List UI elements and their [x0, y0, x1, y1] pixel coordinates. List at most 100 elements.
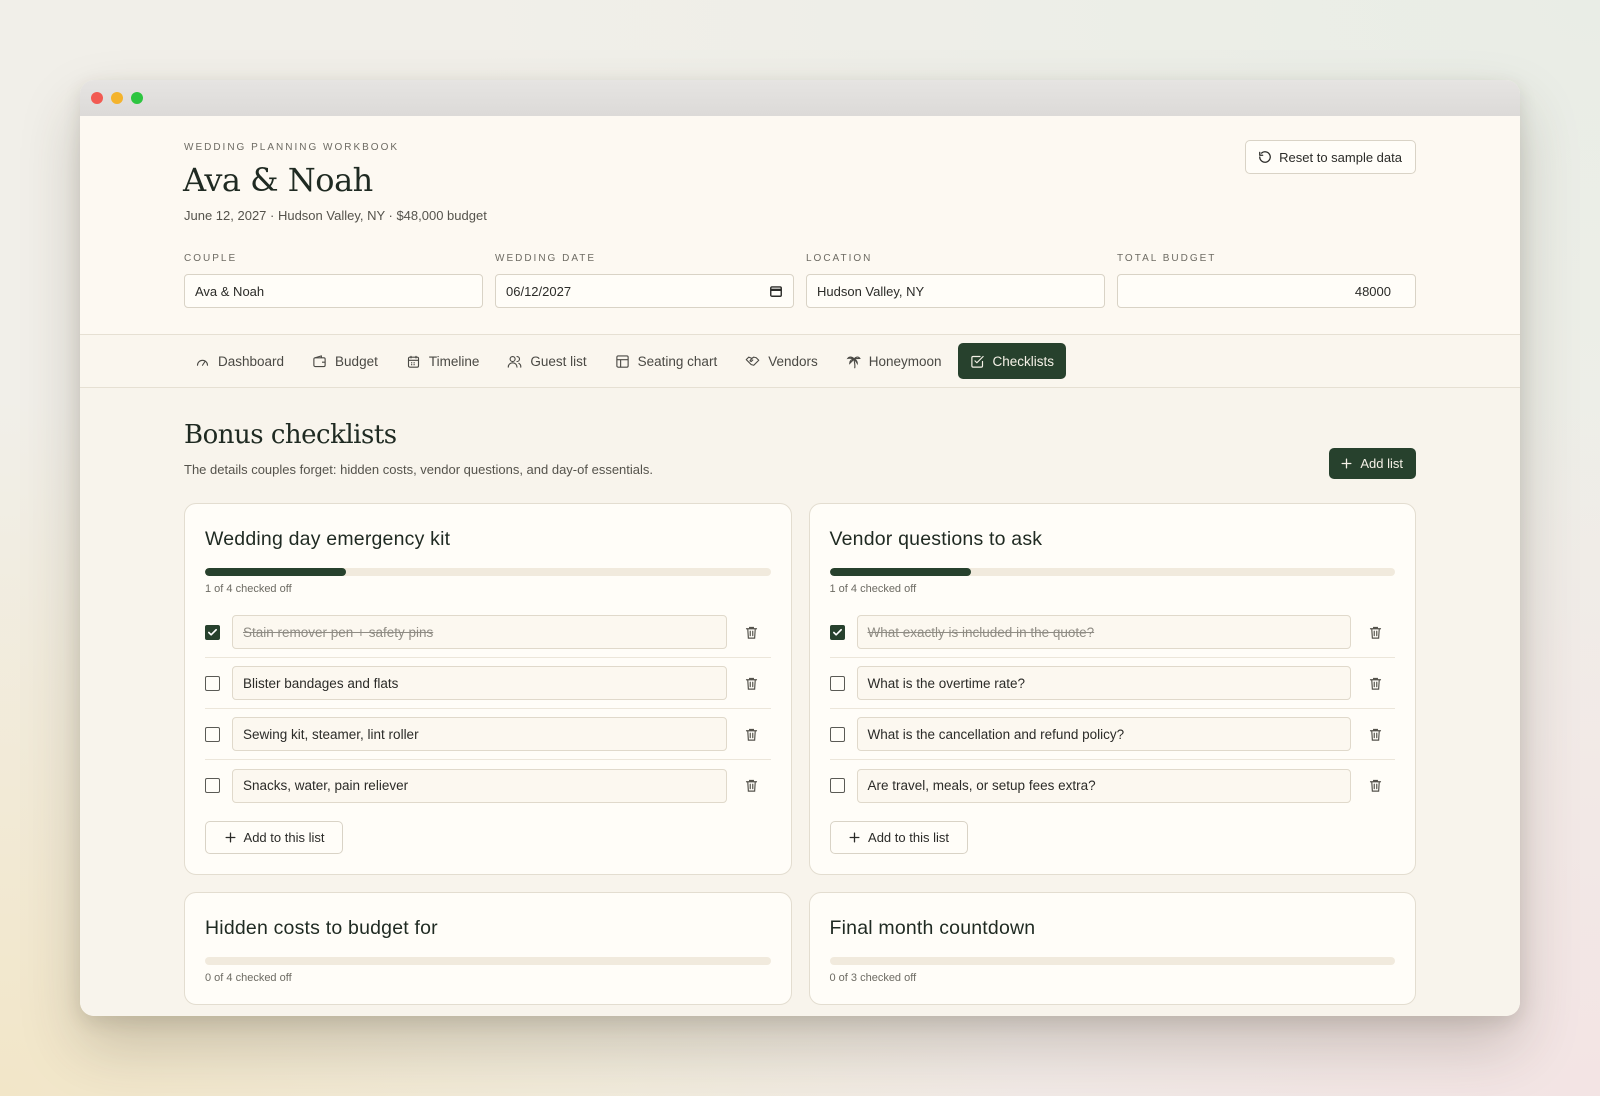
location-field: LOCATION Hudson Valley, NY	[806, 253, 1105, 308]
item-checkbox[interactable]	[829, 624, 845, 640]
item-text-input[interactable]: Are travel, meals, or setup fees extra?	[856, 768, 1351, 803]
checklist-item: Stain remover pen + safety pins	[205, 607, 771, 658]
checklist-progress-bar	[829, 568, 1395, 576]
section-subtitle: The details couples forget: hidden costs…	[184, 462, 654, 477]
item-checkbox[interactable]	[829, 726, 845, 742]
tab-checklists[interactable]: Checklists	[957, 343, 1067, 379]
wedding-date-field: WEDDING DATE 06/12/2027	[495, 253, 794, 308]
progress-fill	[205, 568, 347, 576]
page-subtitle: June 12, 2027 · Hudson Valley, NY · $48,…	[184, 208, 487, 223]
wedding-date-input[interactable]: 06/12/2027	[495, 274, 794, 308]
wedding-date-input-value: 06/12/2027	[506, 283, 572, 299]
reset-sample-data-button[interactable]: Reset to sample data	[1245, 140, 1416, 174]
tab-vendors[interactable]: Vendors	[733, 343, 830, 379]
delete-item-button[interactable]	[727, 727, 771, 742]
tab-seating-chart[interactable]: Seating chart	[603, 343, 730, 379]
plus-icon	[849, 832, 860, 843]
tab-label: Dashboard	[218, 353, 285, 369]
trash-icon	[745, 626, 757, 639]
delete-item-button[interactable]	[1351, 625, 1395, 640]
add-list-label: Add list	[1360, 456, 1403, 471]
location-input[interactable]: Hudson Valley, NY	[806, 274, 1105, 308]
item-text-input[interactable]: Sewing kit, steamer, lint roller	[232, 717, 727, 751]
item-checkbox[interactable]	[205, 675, 220, 691]
trash-icon	[745, 677, 757, 690]
delete-item-button[interactable]	[1351, 727, 1395, 742]
couple-field: COUPLE Ava & Noah	[184, 253, 483, 308]
users-icon	[508, 355, 522, 368]
checklist-title: Hidden costs to budget for	[205, 917, 438, 939]
item-checkbox[interactable]	[829, 675, 845, 691]
tab-timeline[interactable]: Timeline	[394, 343, 492, 379]
item-checkbox[interactable]	[205, 624, 220, 640]
item-checkbox[interactable]	[829, 778, 845, 793]
eyebrow-label: WEDDING PLANNING WORKBOOK	[184, 142, 400, 153]
checklist-item: What is the cancellation and refund poli…	[829, 709, 1395, 760]
tab-dashboard[interactable]: Dashboard	[183, 343, 296, 379]
tab-label: Guest list	[530, 353, 587, 369]
delete-item-button[interactable]	[727, 778, 771, 793]
item-text-input[interactable]: What is the cancellation and refund poli…	[856, 717, 1351, 751]
add-to-list-button[interactable]: Add to this list	[205, 821, 343, 854]
delete-item-button[interactable]	[1351, 778, 1395, 793]
checklist-item: Are travel, meals, or setup fees extra?	[829, 760, 1396, 811]
checklist-item: Snacks, water, pain reliever	[205, 760, 771, 811]
maximize-window-button[interactable]	[131, 92, 143, 104]
tab-label: Timeline	[428, 353, 480, 369]
total-budget-input-value: 48000	[1354, 283, 1391, 299]
trash-icon	[745, 779, 757, 792]
section-title: Bonus checklists	[184, 420, 397, 450]
checklist-card-emergency-kit: Wedding day emergency kit 1 of 4 checked…	[184, 503, 792, 875]
wallet-icon	[313, 354, 326, 367]
calendar-picker-icon[interactable]	[769, 284, 783, 298]
checklist-card-vendor-questions: Vendor questions to ask 1 of 4 checked o…	[808, 503, 1416, 875]
checklist-progress-text: 0 of 3 checked off	[829, 972, 917, 984]
checklist-progress-text: 1 of 4 checked off	[205, 583, 292, 595]
item-checkbox[interactable]	[205, 726, 220, 742]
app-window: WEDDING PLANNING WORKBOOK Ava & Noah Jun…	[80, 80, 1520, 1016]
checklist-item: What is the overtime rate?	[829, 658, 1395, 709]
item-text-input[interactable]: Blister bandages and flats	[232, 666, 727, 700]
delete-item-button[interactable]	[1351, 676, 1395, 691]
item-text-input[interactable]: Stain remover pen + safety pins	[232, 615, 727, 649]
add-list-button[interactable]: Add list	[1329, 448, 1416, 479]
palm-tree-icon	[846, 355, 861, 368]
item-checkbox[interactable]	[205, 778, 220, 793]
table-icon	[615, 354, 629, 368]
add-to-list-label: Add to this list	[243, 830, 325, 845]
add-to-list-label: Add to this list	[868, 830, 949, 845]
total-budget-input[interactable]: 48000	[1117, 274, 1416, 308]
delete-item-button[interactable]	[727, 676, 771, 691]
checklist-title: Final month countdown	[829, 917, 1036, 939]
tab-label: Honeymoon	[868, 353, 942, 369]
total-budget-field-label: TOTAL BUDGET	[1117, 253, 1217, 264]
close-window-button[interactable]	[91, 92, 103, 104]
couple-field-label: COUPLE	[184, 253, 238, 264]
checklist-item: What exactly is included in the quote?	[829, 607, 1395, 658]
checklist-item: Sewing kit, steamer, lint roller	[205, 709, 771, 760]
delete-item-button[interactable]	[727, 625, 771, 640]
tab-budget[interactable]: Budget	[300, 343, 390, 379]
item-text-input[interactable]: What exactly is included in the quote?	[856, 615, 1351, 649]
tab-honeymoon[interactable]: Honeymoon	[834, 343, 954, 379]
checklist-progress-text: 1 of 4 checked off	[829, 583, 917, 595]
reset-button-label: Reset to sample data	[1279, 149, 1402, 165]
trash-icon	[1369, 779, 1382, 792]
couple-input[interactable]: Ava & Noah	[184, 274, 483, 308]
checklist-grid: Wedding day emergency kit 1 of 4 checked…	[184, 503, 1416, 1005]
item-text-input[interactable]: Snacks, water, pain reliever	[232, 768, 727, 803]
main-tab-bar: Dashboard Budget Timeline Guest list Sea…	[80, 335, 1520, 388]
wedding-date-field-label: WEDDING DATE	[495, 253, 597, 264]
add-to-list-button[interactable]: Add to this list	[829, 821, 968, 854]
checklist-progress-text: 0 of 4 checked off	[205, 972, 292, 984]
tab-guest-list[interactable]: Guest list	[495, 343, 598, 379]
progress-fill	[829, 568, 971, 576]
minimize-window-button[interactable]	[111, 92, 123, 104]
checklist-progress-bar	[205, 957, 771, 965]
workbook-header: WEDDING PLANNING WORKBOOK Ava & Noah Jun…	[80, 116, 1520, 335]
checklist-title: Vendor questions to ask	[829, 528, 1043, 550]
couple-input-value: Ava & Noah	[195, 283, 265, 299]
reset-icon	[1259, 151, 1271, 163]
checklist-progress-bar	[205, 568, 771, 576]
item-text-input[interactable]: What is the overtime rate?	[856, 666, 1351, 700]
